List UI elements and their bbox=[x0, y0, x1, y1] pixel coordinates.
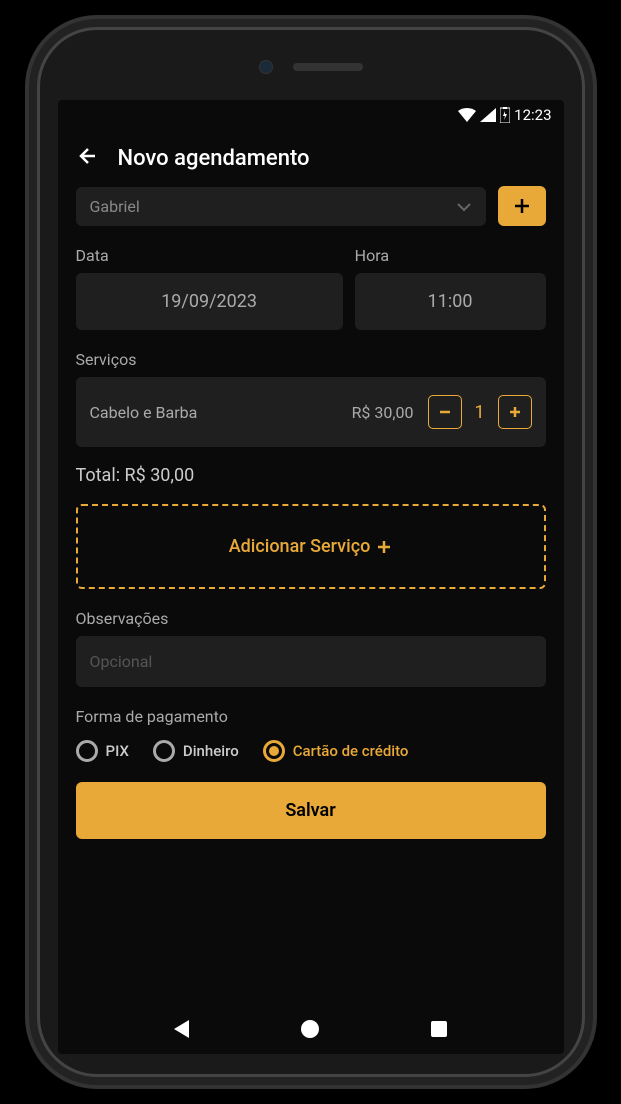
radio-icon-selected bbox=[263, 740, 285, 762]
payment-pix-label: PIX bbox=[106, 742, 129, 760]
circle-home-icon bbox=[301, 1020, 319, 1038]
nav-home-button[interactable] bbox=[301, 1020, 319, 1038]
camera-dot bbox=[259, 60, 273, 74]
status-time: 12:23 bbox=[514, 106, 551, 124]
service-price: R$ 30,00 bbox=[352, 403, 414, 422]
quantity-decrease-button[interactable] bbox=[428, 395, 462, 429]
time-label: Hora bbox=[355, 246, 546, 265]
payment-label: Forma de pagamento bbox=[76, 707, 546, 726]
status-bar: 12:23 bbox=[58, 100, 564, 130]
add-client-button[interactable] bbox=[498, 186, 546, 226]
payment-credit-label: Cartão de crédito bbox=[293, 742, 409, 760]
triangle-back-icon bbox=[174, 1020, 189, 1038]
screen: 12:23 Novo agendamento Gabriel bbox=[58, 100, 564, 1054]
arrow-left-icon bbox=[76, 144, 100, 168]
payment-cash-label: Dinheiro bbox=[183, 742, 239, 760]
square-recent-icon bbox=[431, 1021, 447, 1037]
back-button[interactable] bbox=[76, 144, 100, 172]
observations-input[interactable]: Opcional bbox=[76, 636, 546, 687]
observations-label: Observações bbox=[76, 609, 546, 628]
plus-icon bbox=[512, 196, 532, 216]
add-service-button[interactable]: Adicionar Serviço bbox=[76, 504, 546, 589]
header: Novo agendamento bbox=[58, 130, 564, 186]
phone-notch bbox=[259, 60, 363, 74]
signal-icon bbox=[480, 108, 496, 122]
payment-options: PIX Dinheiro Cartão de crédito bbox=[76, 740, 546, 762]
battery-icon bbox=[500, 107, 510, 123]
phone-frame: 12:23 Novo agendamento Gabriel bbox=[37, 27, 585, 1077]
client-select[interactable]: Gabriel bbox=[76, 187, 486, 226]
nav-recent-button[interactable] bbox=[431, 1021, 447, 1037]
radio-icon bbox=[76, 740, 98, 762]
date-label: Data bbox=[76, 246, 343, 265]
chevron-down-icon bbox=[456, 202, 472, 212]
nav-back-button[interactable] bbox=[174, 1020, 189, 1038]
payment-option-pix[interactable]: PIX bbox=[76, 740, 129, 762]
quantity-increase-button[interactable] bbox=[498, 395, 532, 429]
service-name: Cabelo e Barba bbox=[90, 403, 338, 422]
services-label: Serviços bbox=[76, 350, 546, 369]
service-item: Cabelo e Barba R$ 30,00 1 bbox=[76, 377, 546, 447]
minus-icon bbox=[438, 405, 452, 419]
radio-icon bbox=[153, 740, 175, 762]
client-selected-value: Gabriel bbox=[90, 197, 140, 216]
payment-option-cash[interactable]: Dinheiro bbox=[153, 740, 239, 762]
speaker-grille bbox=[293, 63, 363, 71]
date-input[interactable]: 19/09/2023 bbox=[76, 273, 343, 330]
save-button[interactable]: Salvar bbox=[76, 782, 546, 839]
add-service-label: Adicionar Serviço bbox=[229, 536, 371, 557]
page-title: Novo agendamento bbox=[118, 146, 310, 171]
plus-icon bbox=[376, 539, 392, 555]
wifi-icon bbox=[458, 108, 476, 122]
quantity-value: 1 bbox=[470, 402, 490, 423]
quantity-controls: 1 bbox=[428, 395, 532, 429]
android-nav-bar bbox=[58, 1004, 564, 1054]
side-button bbox=[582, 260, 585, 320]
plus-icon bbox=[508, 405, 522, 419]
payment-option-credit[interactable]: Cartão de crédito bbox=[263, 740, 409, 762]
time-input[interactable]: 11:00 bbox=[355, 273, 546, 330]
total-label: Total: R$ 30,00 bbox=[76, 465, 546, 486]
content: Gabriel Data 19/09/2023 Hora 11:00 bbox=[58, 186, 564, 1004]
